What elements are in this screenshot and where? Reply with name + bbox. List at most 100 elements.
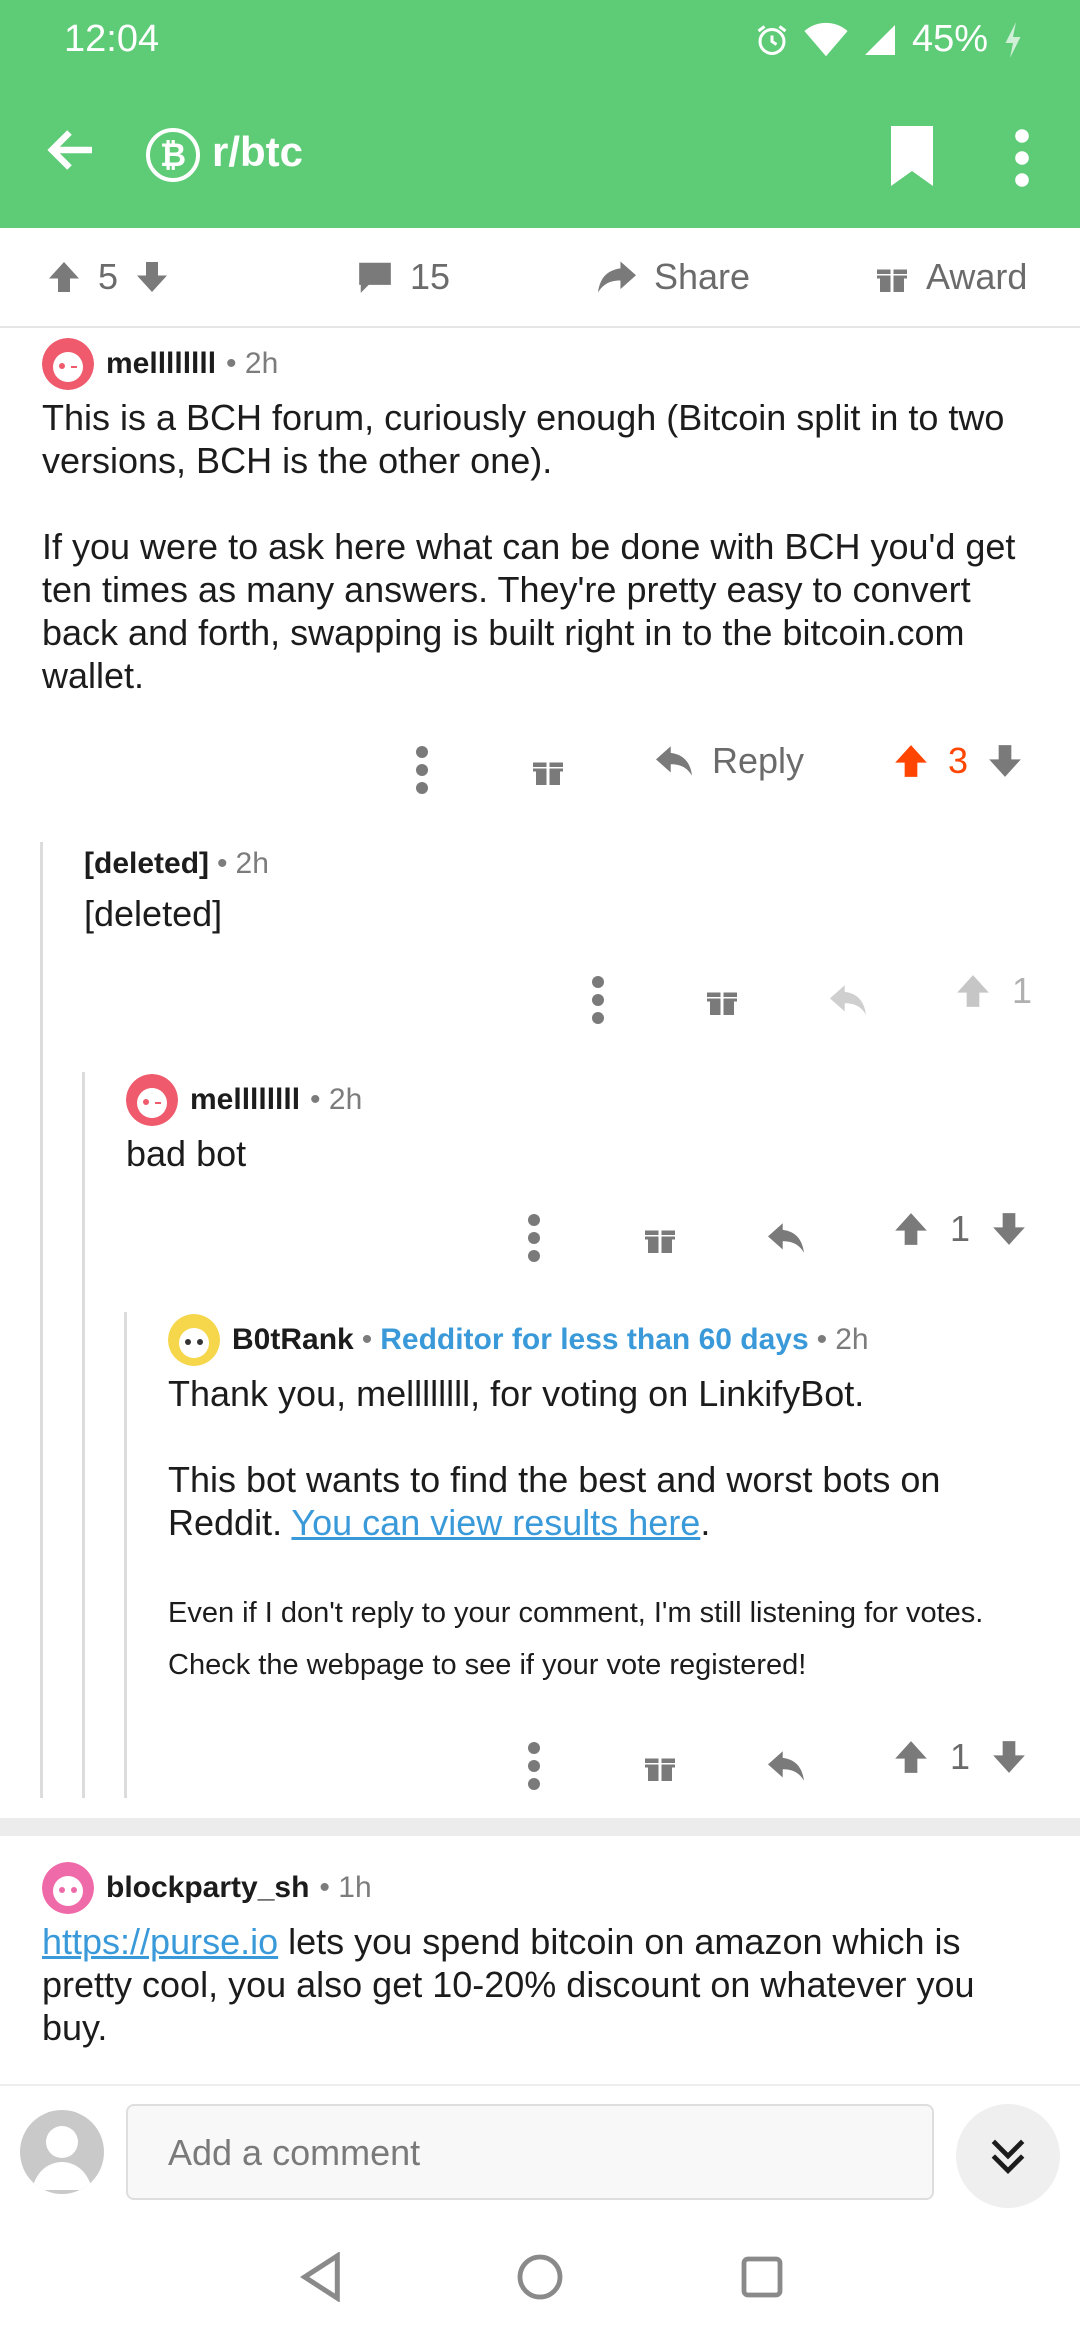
nav-home-icon[interactable] — [516, 2252, 564, 2302]
more-options-icon[interactable] — [1006, 128, 1038, 188]
gift-icon[interactable] — [530, 752, 566, 788]
comment-composer: Add a comment — [0, 2084, 1080, 2224]
cell-signal-icon — [864, 24, 895, 55]
comment-author[interactable]: mellllllll — [190, 1083, 300, 1117]
gift-icon[interactable] — [642, 1748, 678, 1784]
share-label: Share — [654, 256, 751, 297]
comment-actions: 1 — [0, 970, 1080, 1030]
thread-line — [82, 1072, 85, 1798]
comment-author[interactable]: blockparty_sh — [106, 1871, 309, 1905]
nav-recents-icon[interactable] — [738, 2252, 786, 2302]
thread-line — [124, 1312, 127, 1798]
upvote-icon — [957, 975, 989, 1007]
collapse-button[interactable] — [956, 2104, 1060, 2208]
comment-paragraph: Thank you, mellllllll, for voting on Lin… — [168, 1373, 865, 1414]
post-comment-count: 15 — [410, 256, 451, 297]
downvote-icon[interactable] — [986, 742, 1024, 780]
comment-author[interactable]: mellllllll — [106, 347, 216, 381]
user-flair: Redditor for less than 60 days — [380, 1323, 809, 1356]
comment-body: https://purse.io lets you spend bitcoin … — [42, 1921, 975, 2048]
post-share-button[interactable]: Share — [596, 256, 750, 298]
comment: mellllllll • 2h This is a BCH forum, cur… — [42, 336, 1042, 697]
add-comment-input[interactable]: Add a comment — [126, 2104, 934, 2200]
more-options-icon[interactable] — [412, 740, 432, 800]
comment-body: [deleted] — [84, 893, 223, 934]
comment-body: Thank you, mellllllll, for voting on Lin… — [168, 1372, 1048, 1691]
comment-score: 1 — [950, 1736, 971, 1777]
comment-header: blockparty_sh • 1h — [42, 1860, 1042, 1916]
gift-icon[interactable] — [642, 1220, 678, 1256]
gift-icon — [877, 269, 907, 292]
upvote-icon[interactable] — [46, 259, 82, 295]
comment-age: • 1h — [319, 1871, 372, 1904]
upvote-icon[interactable] — [892, 742, 930, 780]
comment-header: [deleted] • 2h — [84, 847, 269, 880]
comment-age: 2h — [235, 847, 269, 880]
back-arrow-icon[interactable] — [42, 120, 102, 180]
comment-header: mellllllll • 2h — [42, 336, 1042, 392]
comment-vote-group: 1 — [892, 1736, 1028, 1778]
section-divider — [0, 1818, 1080, 1836]
gift-icon[interactable] — [704, 982, 740, 1018]
reply-icon — [656, 746, 692, 776]
reply-icon[interactable] — [766, 1220, 806, 1256]
post-award-button[interactable]: Award — [874, 256, 1027, 298]
charging-icon — [1005, 21, 1021, 58]
subreddit-icon[interactable]: ₿ — [146, 128, 200, 182]
downvote-icon[interactable] — [990, 1210, 1028, 1248]
results-link[interactable]: You can view results here — [291, 1502, 700, 1543]
upvote-icon[interactable] — [892, 1738, 930, 1776]
share-icon — [598, 261, 636, 293]
app-bar: ₿ r/btc — [0, 84, 1080, 228]
avatar[interactable] — [42, 1862, 94, 1914]
reply-button[interactable]: Reply — [654, 740, 804, 782]
subreddit-name[interactable]: r/btc — [212, 128, 303, 176]
comment-body: bad bot — [126, 1133, 247, 1174]
comment-footnote: Even if I don't reply to your comment, I… — [168, 1597, 984, 1681]
reply-icon — [830, 985, 866, 1015]
user-avatar[interactable] — [20, 2110, 104, 2194]
comment-author: [deleted] — [84, 847, 210, 880]
bookmark-icon[interactable] — [888, 126, 936, 186]
comment: blockparty_sh • 1h https://purse.io lets… — [42, 1860, 1042, 2049]
reply-label: Reply — [712, 740, 805, 781]
status-bar: 12:04 45% — [0, 0, 1080, 84]
purse-link[interactable]: https://purse.io — [42, 1921, 278, 1962]
comment-vote-group: 3 — [892, 740, 1024, 782]
comment-vote-group: 1 — [892, 1208, 1028, 1250]
system-nav-bar — [0, 2224, 1080, 2340]
comment-age: 2h — [835, 1323, 869, 1356]
downvote-icon[interactable] — [990, 1738, 1028, 1776]
comment: B0tRank • Redditor for less than 60 days… — [168, 1312, 1048, 1691]
battery-percent: 45% — [911, 18, 988, 60]
comment-score: 1 — [950, 1208, 971, 1249]
avatar[interactable] — [168, 1314, 220, 1366]
more-options-icon[interactable] — [588, 970, 608, 1030]
avatar[interactable] — [42, 338, 94, 390]
comment-age: • 2h — [310, 1083, 363, 1116]
post-score: 5 — [98, 256, 119, 297]
more-options-icon[interactable] — [524, 1736, 544, 1796]
upvote-icon[interactable] — [892, 1210, 930, 1248]
reply-icon[interactable] — [766, 1748, 806, 1784]
double-chevron-down-icon — [991, 2139, 1025, 2175]
downvote-icon[interactable] — [134, 259, 170, 295]
comment-header: B0tRank • Redditor for less than 60 days… — [168, 1312, 1048, 1368]
avatar[interactable] — [126, 1074, 178, 1126]
status-icons: 45% — [754, 18, 1024, 61]
comment-bubble-icon — [359, 262, 391, 293]
comment-actions: 1 — [0, 1736, 1080, 1796]
comment-score: 3 — [948, 740, 969, 781]
comment-header: mellllllll • 2h — [126, 1072, 1046, 1128]
nav-back-icon[interactable] — [298, 2252, 342, 2302]
more-options-icon[interactable] — [524, 1208, 544, 1268]
alarm-icon — [757, 24, 787, 55]
post-action-bar: 5 15 Share Award — [0, 228, 1080, 328]
comment-actions: Reply 3 — [0, 740, 1080, 800]
comment-paragraph: This is a BCH forum, curiously enough (B… — [42, 397, 1005, 481]
comment-author[interactable]: B0tRank — [232, 1323, 354, 1357]
comment: [deleted] • 2h [deleted] — [84, 836, 1044, 935]
post-comments-button[interactable]: 15 — [356, 256, 450, 298]
comment-actions: 1 — [0, 1208, 1080, 1268]
comment-paragraph: If you were to ask here what can be done… — [42, 526, 1016, 696]
